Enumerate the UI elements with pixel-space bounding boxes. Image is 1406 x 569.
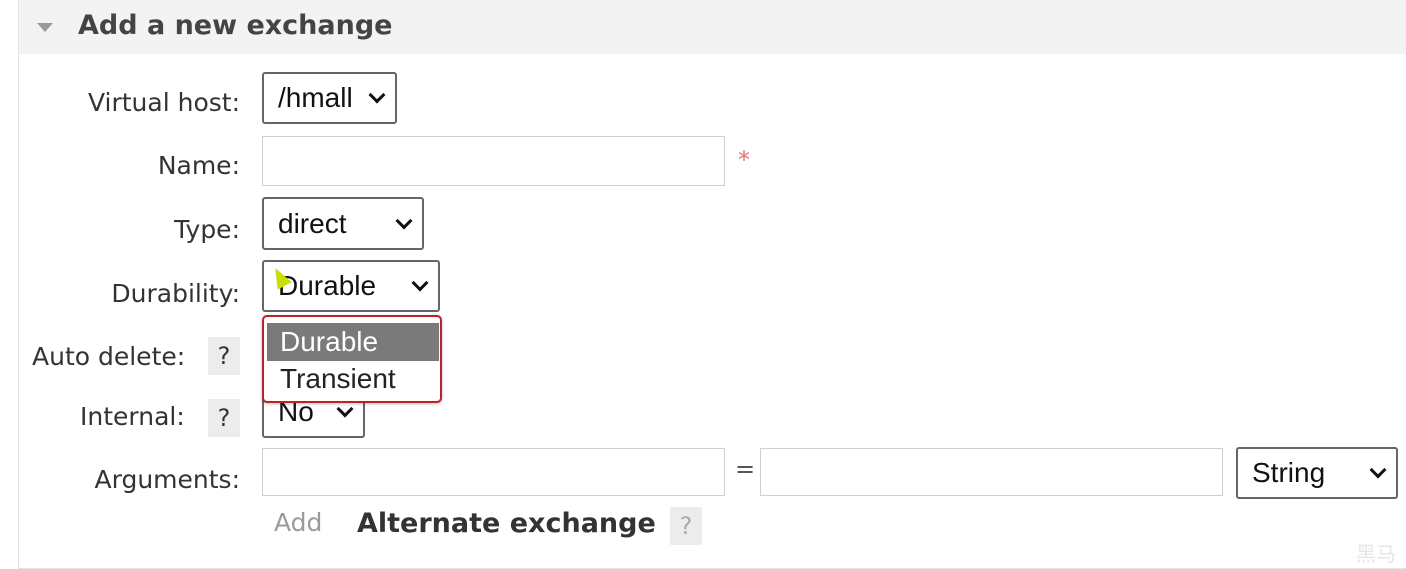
virtual-host-value: /hmall — [278, 82, 353, 113]
durability-dropdown-list: Durable Transient — [262, 315, 442, 403]
collapse-triangle-icon[interactable] — [37, 23, 53, 32]
panel-title: Add a new exchange — [78, 10, 393, 41]
virtual-host-label: Virtual host: — [87, 88, 240, 117]
chevron-down-icon — [336, 400, 354, 418]
required-mark: * — [738, 146, 750, 174]
durability-select[interactable]: Durable — [262, 260, 440, 312]
type-select[interactable]: direct — [262, 197, 424, 250]
type-value: direct — [278, 207, 347, 239]
durability-label: Durability: — [111, 279, 240, 308]
type-label: Type: — [174, 215, 240, 244]
panel-header[interactable]: Add a new exchange — [19, 0, 1406, 54]
arguments-label: Arguments: — [94, 465, 240, 494]
internal-label: Internal: — [80, 402, 185, 431]
name-label: Name: — [157, 151, 240, 180]
argument-type-value: String — [1252, 457, 1326, 488]
argument-type-select[interactable]: String — [1236, 447, 1398, 499]
name-input[interactable] — [262, 136, 725, 186]
durability-value: Durable — [278, 270, 377, 301]
argument-key-input[interactable] — [262, 448, 725, 496]
chevron-down-icon — [368, 86, 386, 104]
alternate-exchange-link[interactable]: Alternate exchange — [357, 508, 656, 539]
chevron-down-icon — [1369, 461, 1387, 479]
argument-value-input[interactable] — [760, 448, 1223, 496]
watermark: 黑马 — [1356, 542, 1396, 566]
add-argument-link[interactable]: Add — [274, 508, 322, 537]
auto-delete-help-button[interactable]: ? — [208, 337, 240, 375]
internal-help-button[interactable]: ? — [208, 399, 240, 437]
durability-option-durable[interactable]: Durable — [267, 323, 439, 361]
chevron-down-icon — [395, 212, 413, 229]
chevron-down-icon — [411, 274, 429, 292]
virtual-host-select[interactable]: /hmall — [262, 72, 397, 124]
equals-sign: = — [735, 455, 756, 483]
auto-delete-label: Auto delete: — [32, 342, 186, 371]
durability-option-transient[interactable]: Transient — [267, 360, 439, 398]
alternate-exchange-help-button[interactable]: ? — [670, 507, 702, 545]
